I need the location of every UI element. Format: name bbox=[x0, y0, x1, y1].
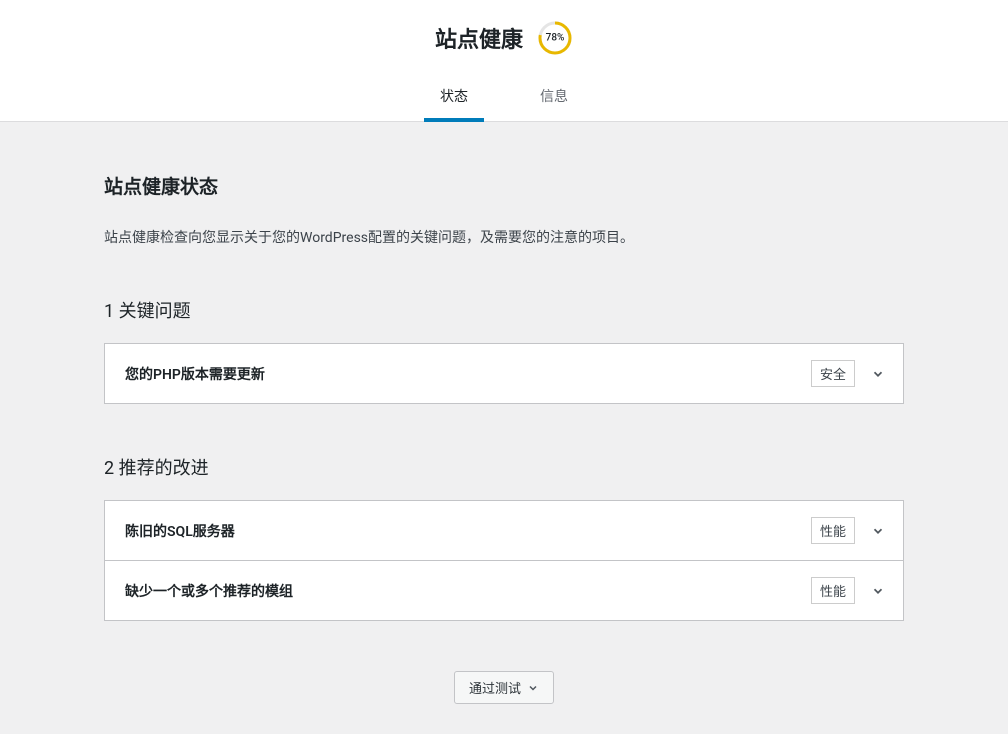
issue-right: 性能 bbox=[811, 517, 887, 544]
section-description: 站点健康检查向您显示关于您的WordPress配置的关键问题，及需要您的注意的项… bbox=[104, 227, 904, 247]
issue-title: 陈旧的SQL服务器 bbox=[125, 521, 235, 541]
status-badge: 安全 bbox=[811, 360, 855, 387]
chevron-down-icon bbox=[869, 522, 887, 540]
critical-issues-list: 您的PHP版本需要更新 安全 bbox=[104, 343, 904, 404]
issue-title: 您的PHP版本需要更新 bbox=[125, 364, 265, 384]
title-row: 站点健康 78% bbox=[0, 20, 1008, 76]
passed-tests-button[interactable]: 通过测试 bbox=[454, 671, 554, 704]
issue-right: 性能 bbox=[811, 577, 887, 604]
issue-item[interactable]: 缺少一个或多个推荐的模组 性能 bbox=[104, 561, 904, 621]
tabs: 状态 信息 bbox=[0, 76, 1008, 122]
section-heading: 站点健康状态 bbox=[104, 172, 904, 199]
progress-percent-text: 78% bbox=[546, 33, 565, 44]
chevron-down-icon bbox=[527, 682, 539, 694]
issue-item[interactable]: 陈旧的SQL服务器 性能 bbox=[104, 500, 904, 561]
tab-info[interactable]: 信息 bbox=[524, 76, 584, 122]
status-badge: 性能 bbox=[811, 517, 855, 544]
footer-button-row: 通过测试 bbox=[104, 671, 904, 704]
issue-title: 缺少一个或多个推荐的模组 bbox=[125, 581, 293, 601]
issue-item[interactable]: 您的PHP版本需要更新 安全 bbox=[104, 343, 904, 404]
passed-tests-label: 通过测试 bbox=[469, 678, 521, 697]
status-badge: 性能 bbox=[811, 577, 855, 604]
chevron-down-icon bbox=[869, 365, 887, 383]
header-section: 站点健康 78% 状态 信息 bbox=[0, 0, 1008, 122]
health-progress-circle: 78% bbox=[537, 20, 573, 56]
critical-issues-title: 1 关键问题 bbox=[104, 297, 904, 323]
chevron-down-icon bbox=[869, 582, 887, 600]
tab-status[interactable]: 状态 bbox=[424, 76, 484, 122]
page-title: 站点健康 bbox=[435, 22, 523, 54]
recommended-issues-list: 陈旧的SQL服务器 性能 缺少一个或多个推荐的模组 性能 bbox=[104, 500, 904, 621]
issue-right: 安全 bbox=[811, 360, 887, 387]
content-area: 站点健康状态 站点健康检查向您显示关于您的WordPress配置的关键问题，及需… bbox=[104, 122, 904, 734]
recommended-issues-title: 2 推荐的改进 bbox=[104, 454, 904, 480]
